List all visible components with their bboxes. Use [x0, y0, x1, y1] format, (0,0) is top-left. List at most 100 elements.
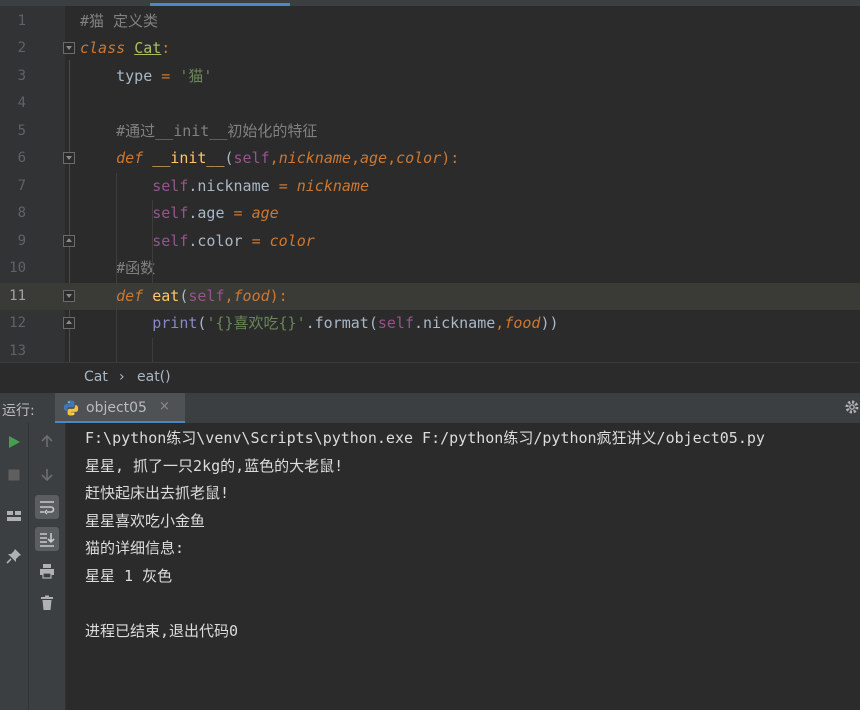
line-number: 4: [17, 95, 26, 111]
layout-button[interactable]: [2, 504, 26, 528]
code-token: (: [224, 149, 234, 167]
code-token: =: [161, 66, 171, 85]
run-button[interactable]: [2, 430, 26, 454]
code-token: color: [269, 231, 315, 250]
code-line[interactable]: 7 self.nickname = nickname: [0, 173, 860, 201]
code-line[interactable]: 11 def eat(self,food):: [0, 282, 860, 311]
fold-marker-icon[interactable]: [63, 317, 75, 329]
pin-button[interactable]: [2, 544, 26, 568]
code-text: #通过__init__初始化的特征: [80, 118, 317, 146]
code-line[interactable]: 6 def __init__(self,nickname,age,color):: [0, 145, 860, 173]
pin-icon: [6, 549, 21, 564]
code-line[interactable]: 13: [0, 338, 860, 366]
editor-tab-strip[interactable]: [0, 0, 860, 6]
code-line[interactable]: 1 #猫 定义类: [0, 8, 860, 36]
code-text: def __init__(self,nickname,age,color):: [80, 145, 459, 173]
code-line[interactable]: 3 type = '猫': [0, 63, 860, 91]
scroll-to-end-icon: [40, 533, 55, 547]
code-token: self: [152, 204, 189, 222]
line-number: 13: [9, 342, 26, 359]
run-console-output[interactable]: F:\python练习\venv\Scripts\python.exe F:/p…: [66, 423, 860, 710]
code-token: color: [396, 149, 442, 167]
line-number: 5: [17, 122, 26, 139]
code-text: #猫 定义类: [80, 8, 158, 36]
line-number: 11: [9, 287, 26, 304]
console-actions-toolbar: [29, 423, 66, 710]
fold-marker-icon[interactable]: [63, 42, 75, 54]
stop-button[interactable]: [2, 463, 26, 487]
run-actions-toolbar: [0, 423, 29, 710]
code-token: Cat: [134, 39, 162, 57]
code-editor[interactable]: 1 #猫 定义类 2 class Cat: 3 type = '猫' 4 5 #通过__in…: [0, 0, 860, 365]
code-line[interactable]: 5 #通过__init__初始化的特征: [0, 118, 860, 146]
line-number: 7: [17, 177, 26, 194]
code-text: self.nickname = nickname: [80, 173, 369, 201]
code-token: .color: [188, 231, 252, 250]
line-number: 10: [9, 260, 26, 276]
print-button[interactable]: [35, 559, 59, 583]
indent-guide: [116, 172, 117, 365]
code-token: nickname: [296, 176, 369, 195]
fold-marker-icon[interactable]: [63, 152, 75, 164]
code-token: )): [540, 314, 559, 332]
code-text: type = '猫': [80, 63, 212, 91]
code-token: self: [152, 231, 189, 250]
console-line: 猫的详细信息:: [85, 539, 185, 557]
code-token: eat: [152, 286, 180, 305]
code-token: '猫': [179, 66, 213, 85]
fold-marker-icon[interactable]: [63, 234, 75, 247]
soft-wrap-button[interactable]: [35, 495, 59, 519]
code-token: #猫 定义类: [80, 11, 159, 30]
close-icon[interactable]: ×: [159, 399, 170, 414]
code-text: class Cat:: [80, 35, 170, 63]
run-tab-label: object05: [86, 400, 147, 416]
code-token: #函数: [116, 259, 156, 277]
console-line: 星星 1 灰色: [85, 566, 173, 585]
code-line[interactable]: 9 self.color = color: [0, 228, 860, 256]
code-token: self: [152, 176, 189, 195]
code-line[interactable]: 8 self.age = age: [0, 200, 860, 228]
code-token: def: [116, 286, 144, 305]
breadcrumb-separator: ›: [119, 369, 125, 385]
code-line[interactable]: 12 print('{}喜欢吃{}'.format(self.nickname,…: [0, 310, 860, 338]
line-number: 6: [17, 150, 26, 166]
code-token: ,: [387, 149, 397, 167]
next-occurrence-button[interactable]: [35, 463, 59, 487]
line-number: 3: [17, 67, 26, 84]
code-token: ,: [350, 149, 360, 167]
console-line: 进程已结束,退出代码0: [85, 621, 239, 640]
line-number: 12: [9, 315, 26, 331]
code-token: .nickname: [188, 176, 279, 195]
clear-all-button[interactable]: [35, 591, 59, 615]
code-token: def: [116, 149, 144, 167]
code-line[interactable]: 2 class Cat:: [0, 35, 860, 63]
code-token: age: [359, 149, 388, 167]
code-text: #函数: [80, 255, 155, 283]
code-token: '{}喜欢吃{}': [206, 314, 306, 332]
run-tab-object05[interactable]: object05 ×: [55, 393, 185, 423]
gear-icon[interactable]: [844, 399, 860, 415]
code-token: ,: [224, 286, 234, 305]
arrow-up-icon: [41, 434, 53, 447]
breadcrumb-class[interactable]: Cat: [84, 369, 108, 385]
code-text: def eat(self,food):: [80, 283, 288, 311]
indent-guide: [152, 337, 153, 365]
previous-occurrence-button[interactable]: [35, 429, 59, 453]
code-token: food: [233, 286, 270, 305]
code-line[interactable]: 10 #函数: [0, 255, 860, 283]
fold-marker-icon[interactable]: [63, 289, 75, 302]
code-token: .format(: [305, 314, 378, 332]
breadcrumb-method[interactable]: eat(): [137, 369, 171, 385]
scroll-to-end-button[interactable]: [35, 527, 59, 551]
trash-icon: [41, 595, 53, 610]
run-toolwindow-header: 运行: object05 ×: [0, 392, 860, 424]
breadcrumb: Cat › eat(): [0, 362, 860, 393]
code-line[interactable]: 4: [0, 90, 860, 118]
